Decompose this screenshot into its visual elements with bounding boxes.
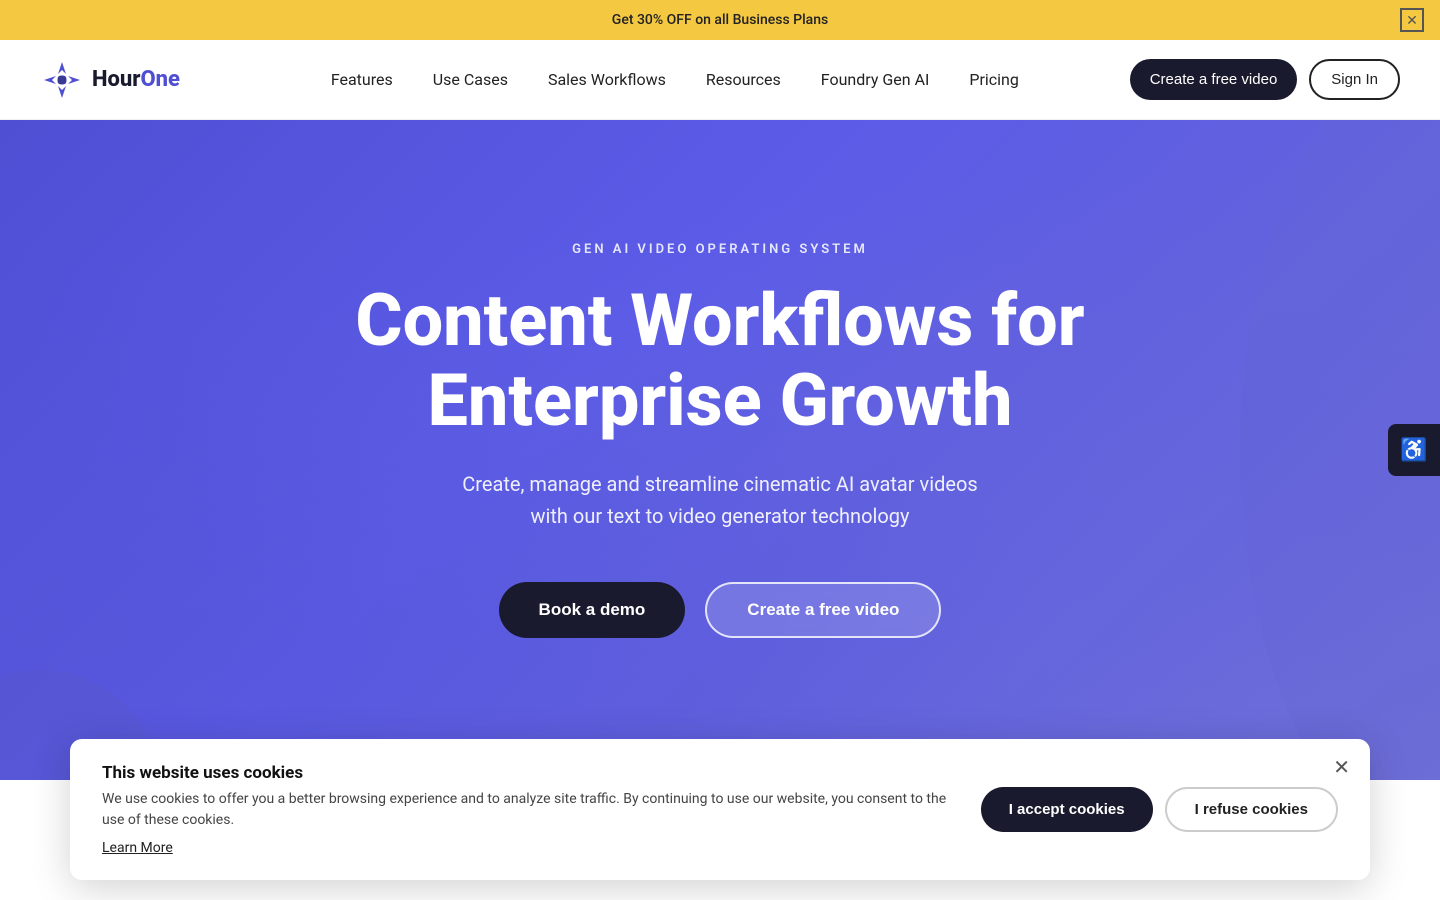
cookie-text-area: This website uses cookies We use cookies… bbox=[102, 763, 949, 856]
nav-item-foundry-gen-ai[interactable]: Foundry Gen AI bbox=[805, 62, 946, 97]
nav-item-features[interactable]: Features bbox=[315, 62, 409, 97]
nav-item-use-cases[interactable]: Use Cases bbox=[417, 62, 524, 97]
logo-icon bbox=[40, 58, 84, 102]
hero-subtitle: Create, manage and streamline cinematic … bbox=[462, 468, 977, 532]
cookie-title: This website uses cookies bbox=[102, 763, 949, 783]
hero-title: Content Workflows for Enterprise Growth bbox=[355, 281, 1084, 439]
nav-item-resources[interactable]: Resources bbox=[690, 62, 797, 97]
nav-signin-button[interactable]: Sign In bbox=[1309, 59, 1400, 100]
accessibility-icon: ♿ bbox=[1400, 437, 1427, 463]
announcement-text: Get 30% OFF on all Business Plans bbox=[612, 12, 828, 28]
hero-title-line2: Enterprise Growth bbox=[427, 358, 1012, 443]
cookie-actions: I accept cookies I refuse cookies bbox=[981, 787, 1338, 832]
hero-section: GEN AI VIDEO OPERATING SYSTEM Content Wo… bbox=[0, 120, 1440, 780]
hero-eyebrow: GEN AI VIDEO OPERATING SYSTEM bbox=[572, 242, 868, 257]
hero-buttons: Book a demo Create a free video bbox=[499, 582, 942, 638]
logo-link[interactable]: HourOne bbox=[40, 58, 180, 102]
nav-create-video-button[interactable]: Create a free video bbox=[1130, 59, 1298, 100]
navbar: HourOne Features Use Cases Sales Workflo… bbox=[0, 40, 1440, 120]
cookie-banner: This website uses cookies We use cookies… bbox=[70, 739, 1370, 880]
announcement-close-button[interactable]: ✕ bbox=[1400, 8, 1424, 32]
nav-item-sales-workflows[interactable]: Sales Workflows bbox=[532, 62, 682, 97]
nav-item-pricing[interactable]: Pricing bbox=[953, 62, 1035, 97]
cookie-close-button[interactable]: ✕ bbox=[1333, 755, 1350, 780]
announcement-banner: Get 30% OFF on all Business Plans ✕ bbox=[0, 0, 1440, 40]
cookie-accept-button[interactable]: I accept cookies bbox=[981, 787, 1153, 832]
hero-title-line1: Content Workflows for bbox=[355, 278, 1084, 363]
cookie-refuse-button[interactable]: I refuse cookies bbox=[1165, 787, 1338, 832]
hero-subtitle-line2: with our text to video generator technol… bbox=[531, 504, 910, 528]
hero-create-video-button[interactable]: Create a free video bbox=[705, 582, 941, 638]
hero-book-demo-button[interactable]: Book a demo bbox=[499, 582, 686, 638]
logo-name: HourOne bbox=[92, 67, 180, 92]
accessibility-button[interactable]: ♿ bbox=[1388, 424, 1440, 476]
nav-actions: Create a free video Sign In bbox=[1130, 59, 1400, 100]
cookie-learn-more-link[interactable]: Learn More bbox=[102, 840, 173, 856]
cookie-description: We use cookies to offer you a better bro… bbox=[102, 789, 949, 831]
hero-subtitle-line1: Create, manage and streamline cinematic … bbox=[462, 472, 977, 496]
nav-links: Features Use Cases Sales Workflows Resou… bbox=[220, 62, 1130, 97]
